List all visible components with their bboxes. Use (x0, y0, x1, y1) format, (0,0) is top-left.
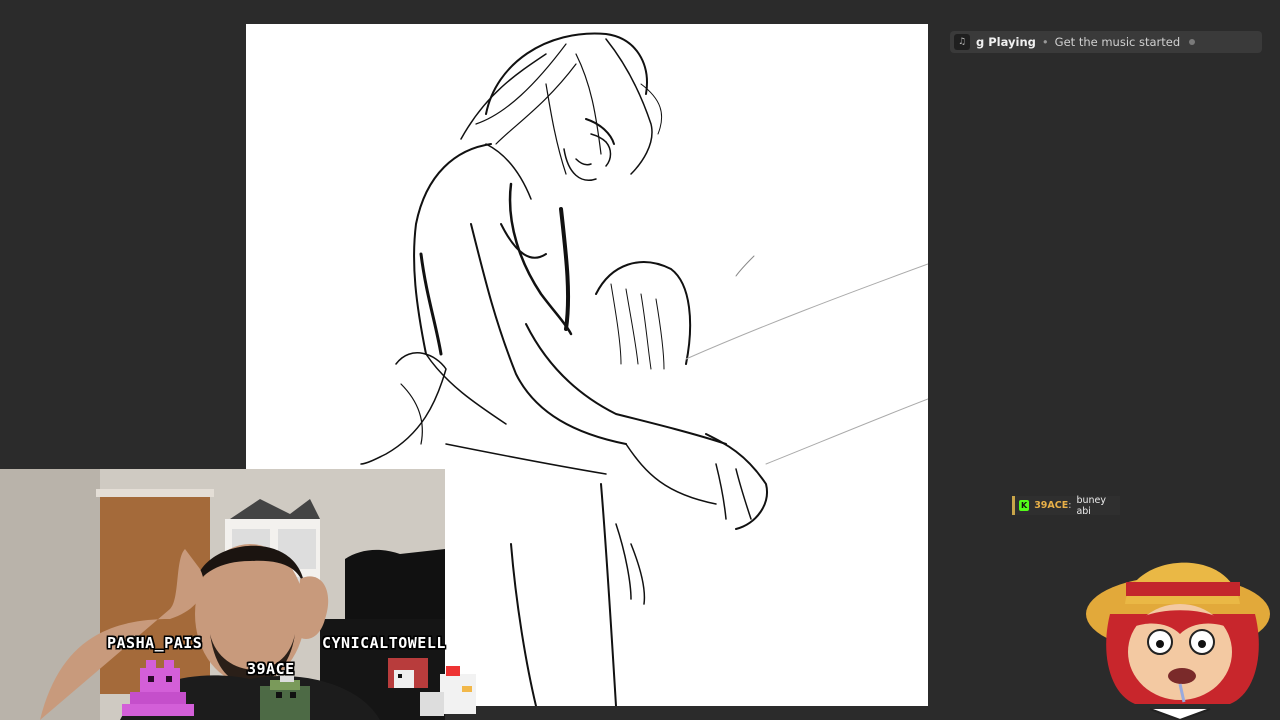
pixel-bear-icon (122, 660, 194, 716)
now-playing-subtitle: Get the music started (1054, 35, 1181, 49)
status-dot-icon (1189, 39, 1196, 45)
now-playing-widget: ♫ g Playing • Get the music started (950, 31, 1262, 53)
webcam-image (0, 469, 445, 720)
pixel-creature-icon (260, 676, 310, 720)
chat-message-text: buney abi (1076, 494, 1106, 517)
chat-username: 39ACE (1034, 500, 1069, 511)
viewer-name-3: CYNICALTOWELL (322, 634, 446, 652)
now-playing-title: g Playing (976, 35, 1036, 49)
stream-layout: ♫ g Playing • Get the music started K 39… (0, 0, 1280, 720)
kick-badge-icon: K (1019, 500, 1030, 511)
pixel-chicken-icon (388, 658, 476, 716)
straw-hat-character-icon (1086, 562, 1270, 720)
webcam-feed (0, 469, 445, 720)
chat-separator: : (1068, 500, 1072, 511)
viewer-name-1: PASHA_PAIS (107, 634, 203, 652)
chat-message: K 39ACE : buney abi (1012, 494, 1120, 517)
music-note-icon: ♫ (954, 34, 970, 50)
now-playing-separator: • (1041, 35, 1049, 49)
streamer-avatar (1080, 534, 1280, 720)
